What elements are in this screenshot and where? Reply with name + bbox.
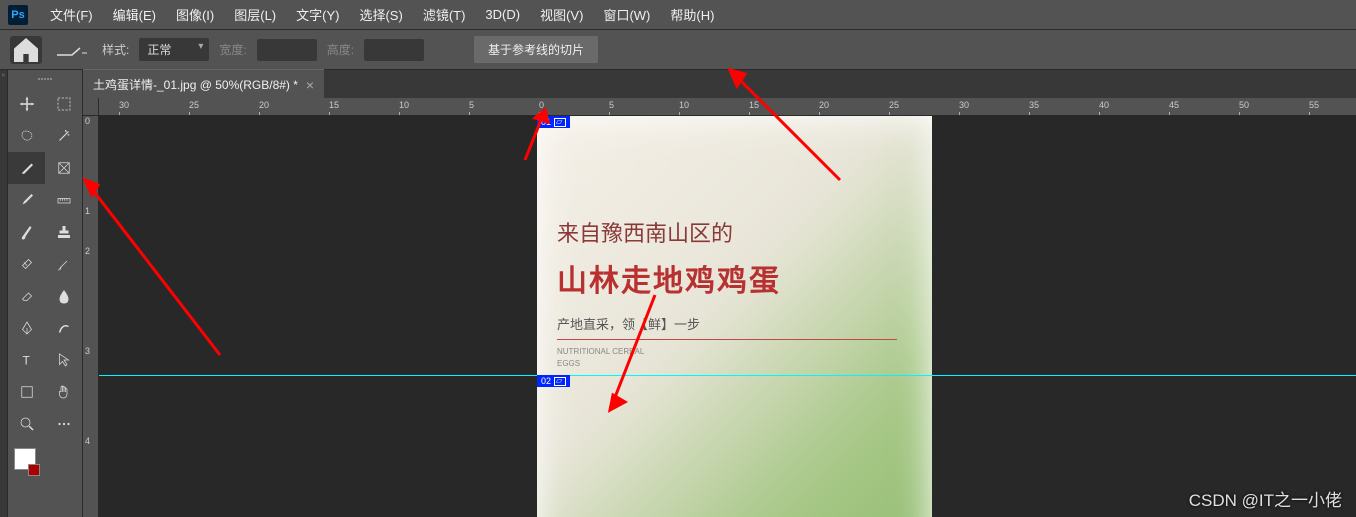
ruler-corner (83, 98, 99, 116)
home-button[interactable] (10, 36, 42, 64)
eraser-tool-icon[interactable] (8, 280, 45, 312)
menu-help[interactable]: 帮助(H) (660, 5, 724, 24)
menu-3d[interactable]: 3D(D) (475, 7, 530, 22)
move-tool-icon[interactable] (8, 88, 45, 120)
height-input[interactable] (364, 39, 424, 61)
tool-preview-icon[interactable] (52, 38, 92, 62)
menu-view[interactable]: 视图(V) (530, 5, 593, 24)
background-swatch[interactable] (28, 464, 40, 476)
annotation-arrow-4 (720, 60, 850, 195)
guide-slice-button[interactable]: 基于参考线的切片 (474, 36, 598, 63)
menu-bar: Ps 文件(F) 编辑(E) 图像(I) 图层(L) 文字(Y) 选择(S) 滤… (0, 0, 1356, 30)
color-swatches[interactable] (8, 440, 82, 484)
magic-wand-tool-icon[interactable] (45, 120, 82, 152)
hand-tool-icon[interactable] (45, 376, 82, 408)
type-tool-icon[interactable]: T (8, 344, 45, 376)
annotation-arrow-3 (605, 290, 665, 425)
slice-tool-icon[interactable] (8, 152, 45, 184)
pen-tool-icon[interactable] (8, 312, 45, 344)
ps-logo: Ps (8, 5, 28, 25)
menu-file[interactable]: 文件(F) (40, 5, 103, 24)
options-bar: 样式: 正常 宽度: 高度: 基于参考线的切片 (0, 30, 1356, 70)
svg-text:T: T (22, 354, 30, 368)
menu-select[interactable]: 选择(S) (349, 5, 412, 24)
annotation-arrow-2 (520, 100, 560, 175)
tab-title: 土鸡蛋详情-_01.jpg @ 50%(RGB/8#) * (93, 76, 298, 93)
width-label: 宽度: (219, 41, 246, 58)
left-dock-strip: « (0, 70, 8, 517)
marquee-tool-icon[interactable] (45, 88, 82, 120)
product-title-1: 来自豫西南山区的 (557, 216, 733, 248)
horizontal-guide[interactable] (99, 375, 1356, 376)
shape-tool-icon[interactable] (8, 376, 45, 408)
annotation-arrow-1 (70, 165, 230, 370)
menu-filter[interactable]: 滤镜(T) (413, 5, 476, 24)
width-input[interactable] (257, 39, 317, 61)
zoom-tool-icon[interactable] (8, 408, 45, 440)
menu-edit[interactable]: 编辑(E) (103, 5, 166, 24)
healing-tool-icon[interactable] (8, 248, 45, 280)
brush-tool-icon[interactable] (8, 216, 45, 248)
tab-close-icon[interactable]: × (306, 77, 314, 93)
menu-layer[interactable]: 图层(L) (224, 5, 286, 24)
watermark: CSDN @IT之一小佬 (1189, 486, 1342, 511)
menu-image[interactable]: 图像(I) (166, 5, 224, 24)
style-select[interactable]: 正常 (139, 38, 209, 61)
style-label: 样式: (102, 41, 129, 58)
edit-toolbar-icon[interactable] (45, 408, 82, 440)
lasso-tool-icon[interactable] (8, 120, 45, 152)
slice-badge-2[interactable]: 02 (537, 375, 570, 387)
product-title-2: 山林走地鸡鸡蛋 (557, 256, 781, 300)
menu-type[interactable]: 文字(Y) (286, 5, 349, 24)
eyedropper-tool-icon[interactable] (8, 184, 45, 216)
menu-window[interactable]: 窗口(W) (593, 5, 660, 24)
height-label: 高度: (327, 41, 354, 58)
document-tab[interactable]: 土鸡蛋详情-_01.jpg @ 50%(RGB/8#) * × (83, 69, 324, 99)
